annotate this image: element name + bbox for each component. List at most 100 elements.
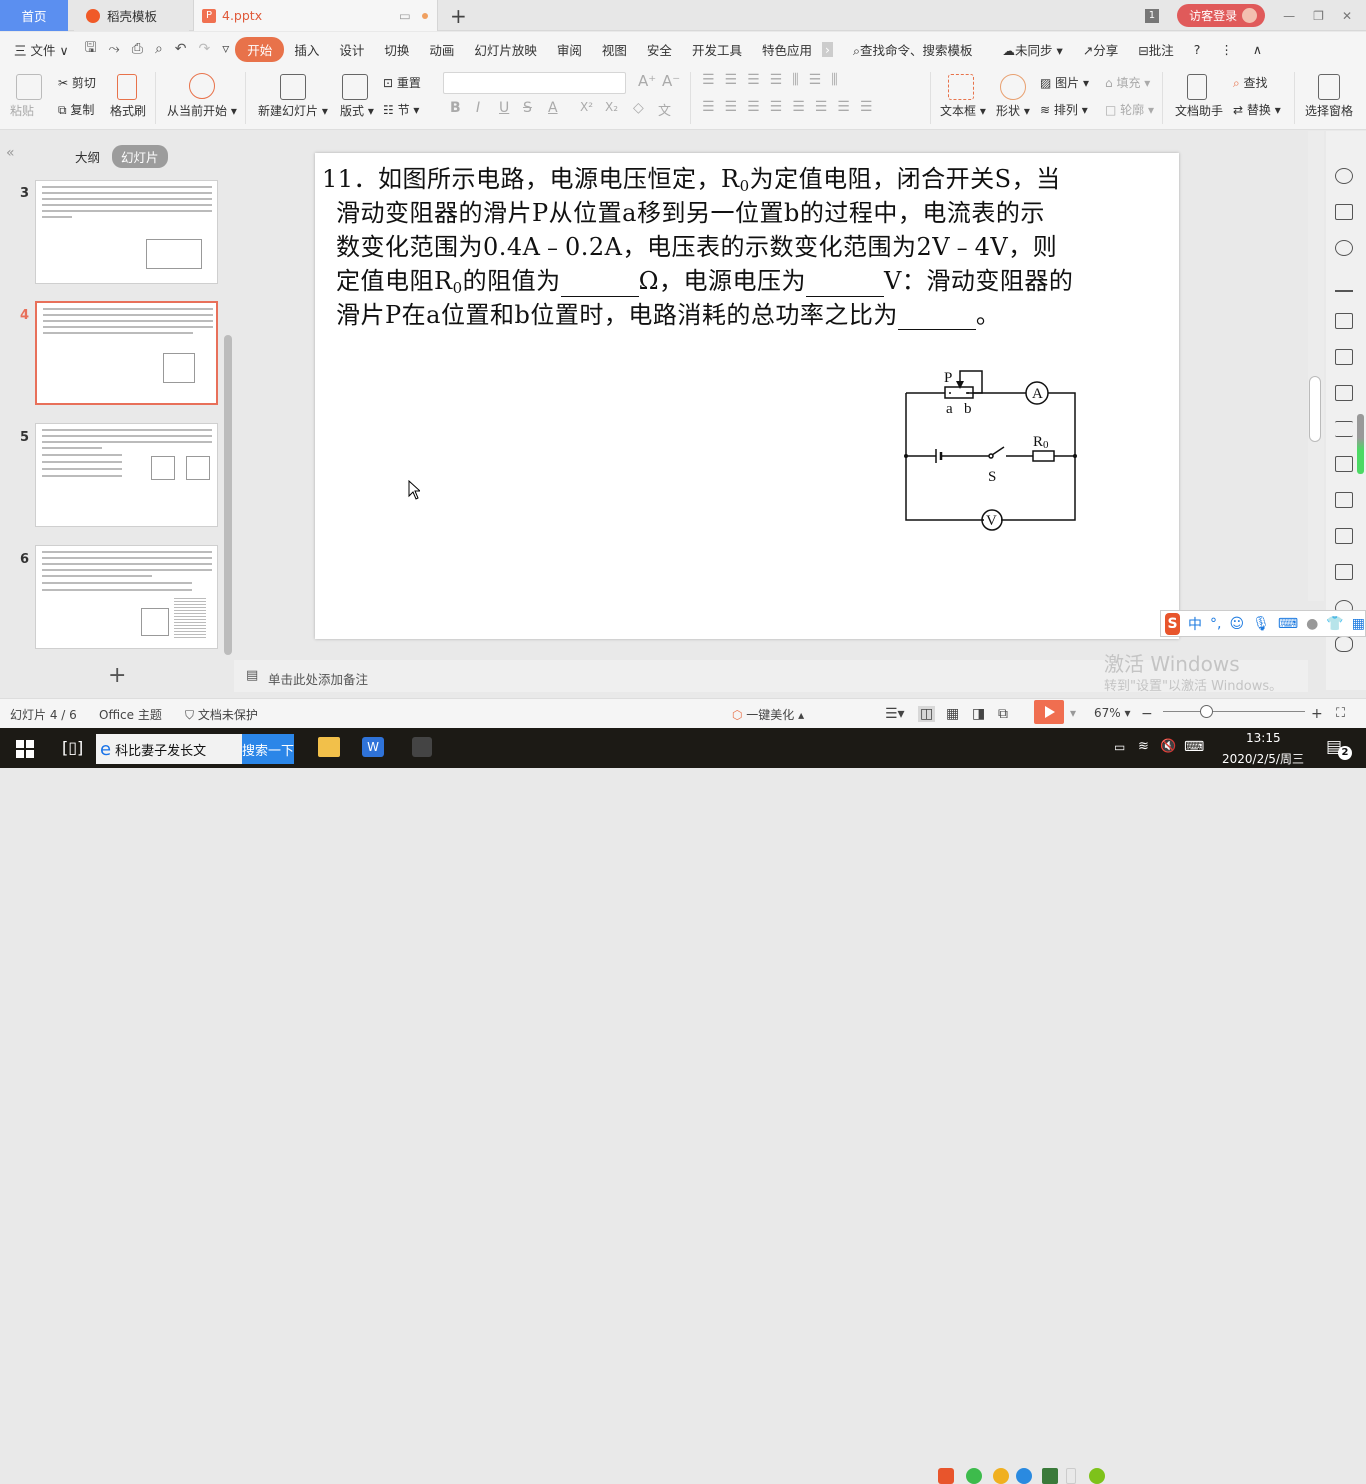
- italic-button[interactable]: I: [476, 100, 480, 116]
- outline-button[interactable]: □ 轮廓 ▾: [1105, 101, 1154, 118]
- table-icon[interactable]: [1335, 313, 1353, 329]
- notes-toggle-icon[interactable]: ☰▾: [885, 706, 905, 722]
- volume-muted-icon[interactable]: 🔇: [1160, 739, 1176, 754]
- section-button[interactable]: ☷ 节 ▾: [383, 101, 419, 118]
- browser-search-input[interactable]: e 科比妻子发长文: [96, 734, 242, 764]
- ime-punctuation[interactable]: °,: [1210, 616, 1221, 632]
- wps-office-icon[interactable]: W: [362, 737, 384, 757]
- file-explorer-icon[interactable]: [318, 737, 340, 757]
- chart-icon[interactable]: [1335, 385, 1353, 401]
- menu-tab-slideshow[interactable]: 幻灯片放映: [464, 40, 547, 59]
- close-button[interactable]: ✕: [1342, 9, 1352, 23]
- cut-button[interactable]: ✂ 剪切: [58, 74, 96, 91]
- picture-button[interactable]: ▨ 图片 ▾: [1040, 74, 1089, 91]
- notes-placeholder[interactable]: 单击此处添加备注: [268, 669, 368, 688]
- subscript-button[interactable]: X₂: [605, 100, 618, 114]
- textbox-button[interactable]: 文本框 ▾: [940, 102, 986, 119]
- protection-status[interactable]: ⛉ 文档未保护: [185, 706, 258, 723]
- clock-time[interactable]: 13:15: [1246, 731, 1281, 745]
- new-slide-icon[interactable]: [280, 74, 306, 100]
- fill-button[interactable]: ⌂ 填充 ▾: [1105, 74, 1150, 91]
- shape-icon[interactable]: [1000, 74, 1026, 100]
- menu-tab-view[interactable]: 视图: [592, 40, 637, 59]
- menu-tab-review[interactable]: 审阅: [547, 40, 592, 59]
- copy-button[interactable]: ⧉ 复制: [58, 101, 94, 118]
- phonetic-guide-button[interactable]: 文: [658, 100, 671, 119]
- shapes-icon[interactable]: [1335, 240, 1353, 256]
- zoom-slider-handle[interactable]: [1200, 705, 1213, 718]
- slideshow-play-button[interactable]: [1034, 700, 1064, 724]
- minimize-button[interactable]: —: [1283, 9, 1295, 23]
- menu-tab-animation[interactable]: 动画: [419, 40, 464, 59]
- sync-button[interactable]: ☁未同步 ▾: [993, 40, 1073, 59]
- layout-button[interactable]: 版式 ▾: [340, 102, 374, 119]
- comment-button[interactable]: ⊟批注: [1128, 40, 1184, 59]
- new-slide-button[interactable]: 新建幻灯片 ▾: [258, 102, 328, 119]
- window-count-badge[interactable]: 1: [1144, 8, 1160, 23]
- reading-view-icon[interactable]: ◨: [972, 706, 985, 722]
- theme-name[interactable]: Office 主题: [99, 706, 162, 723]
- eraser-icon[interactable]: ◇: [633, 100, 644, 116]
- bold-button[interactable]: B: [450, 100, 461, 116]
- find-button[interactable]: ⌕ 查找: [1233, 74, 1268, 91]
- replace-button[interactable]: ⇄ 替换 ▾: [1233, 101, 1281, 118]
- usb-device-icon[interactable]: [1066, 1468, 1076, 1484]
- shape-button[interactable]: 形状 ▾: [996, 102, 1030, 119]
- restore-button[interactable]: ❐: [1313, 9, 1324, 23]
- zoom-slider[interactable]: [1163, 711, 1305, 712]
- share-button[interactable]: ↗分享: [1073, 40, 1129, 59]
- zoom-in-button[interactable]: +: [1311, 706, 1323, 722]
- menu-tab-developer[interactable]: 开发工具: [682, 40, 752, 59]
- clock-date[interactable]: 2020/2/5/周三: [1222, 750, 1304, 767]
- font-color-button[interactable]: A: [548, 100, 558, 116]
- tab-template[interactable]: 稻壳模板: [74, 0, 189, 31]
- print-icon[interactable]: ⎙: [126, 41, 149, 57]
- slide-thumbnail-4[interactable]: [35, 301, 218, 405]
- file-menu[interactable]: 三 文件 ∨: [0, 40, 79, 59]
- new-tab-button[interactable]: +: [450, 4, 467, 28]
- battery-icon[interactable]: ▭: [1114, 740, 1125, 754]
- feiyu-tray-icon[interactable]: [1016, 1468, 1032, 1484]
- select-pane-button[interactable]: 选择窗格: [1305, 102, 1353, 119]
- archive-icon[interactable]: [1335, 528, 1353, 544]
- star-effects-icon[interactable]: [1335, 168, 1353, 184]
- sogou-logo-icon[interactable]: S: [1165, 612, 1181, 635]
- security-tray-icon[interactable]: [1089, 1468, 1105, 1484]
- slide-switch-icon[interactable]: [1335, 204, 1353, 220]
- hexagon-icon[interactable]: [1335, 636, 1353, 652]
- panel-scrollbar[interactable]: [224, 335, 232, 655]
- sogou-tray-icon[interactable]: [938, 1468, 954, 1484]
- grow-font-button[interactable]: A⁺: [638, 72, 656, 90]
- menu-tab-home[interactable]: 开始: [235, 36, 285, 62]
- qq-tray-icon[interactable]: [993, 1468, 1009, 1484]
- outline-tab[interactable]: 大纲: [75, 147, 100, 166]
- components-icon[interactable]: [1335, 349, 1353, 365]
- user-icon[interactable]: ●: [1306, 616, 1318, 632]
- search-button[interactable]: 搜索一下: [242, 734, 294, 764]
- tab-file[interactable]: P 4.pptx ▭: [193, 0, 438, 31]
- task-view-icon[interactable]: [▯]: [62, 738, 83, 757]
- format-painter-button[interactable]: 格式刷: [110, 102, 146, 119]
- slide-sorter-icon[interactable]: ▦: [946, 706, 959, 722]
- paste-button[interactable]: 粘贴: [10, 102, 34, 119]
- paragraph-list-icons[interactable]: ☰☰☰☰⫼☰⫼: [702, 72, 848, 88]
- command-search[interactable]: ⌕查找命令、搜索模板: [843, 40, 983, 59]
- toolbox-icon[interactable]: ▦: [1352, 616, 1365, 632]
- slide-thumbnail-5[interactable]: [35, 423, 218, 527]
- paste-icon[interactable]: [16, 74, 42, 100]
- windows-start-icon[interactable]: [16, 740, 34, 758]
- image-icon[interactable]: [1335, 564, 1353, 580]
- fit-window-icon[interactable]: ⛶: [1336, 706, 1345, 721]
- canvas-scrollbar[interactable]: [1308, 131, 1324, 601]
- superscript-button[interactable]: X²: [580, 100, 593, 114]
- strikethrough-button[interactable]: S: [523, 100, 532, 116]
- skin-icon[interactable]: 👕: [1326, 616, 1343, 632]
- menu-tab-transition[interactable]: 切换: [374, 40, 419, 59]
- export-icon[interactable]: ⤳: [103, 41, 126, 57]
- play-from-current-icon[interactable]: [189, 73, 215, 99]
- tab-home[interactable]: 首页: [0, 0, 68, 31]
- keyboard-icon[interactable]: ⌨: [1278, 616, 1298, 632]
- underline-button[interactable]: U: [499, 100, 509, 116]
- share-out-icon[interactable]: [1335, 492, 1353, 508]
- recorder-app-icon[interactable]: [412, 737, 432, 757]
